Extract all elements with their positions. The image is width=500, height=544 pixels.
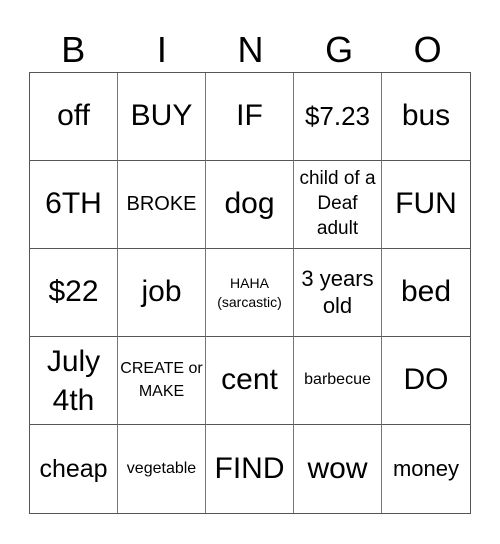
header-letter-n: N [237,29,264,70]
bingo-cell[interactable]: bed [382,249,470,337]
bingo-cell[interactable]: BROKE [118,161,206,249]
bingo-cell[interactable]: cent [206,337,294,425]
bingo-cell[interactable]: IF [206,73,294,161]
header-letter-b: B [61,29,86,70]
bingo-cell[interactable]: 6TH [30,161,118,249]
bingo-cell[interactable]: dog [206,161,294,249]
bingo-cell[interactable]: HAHA (sarcastic) [206,249,294,337]
bingo-cell[interactable]: FUN [382,161,470,249]
bingo-cell[interactable]: child of a Deaf adult [294,161,382,249]
bingo-cell[interactable]: job [118,249,206,337]
bingo-cell[interactable]: CREATE or MAKE [118,337,206,425]
header-letter-i: I [156,29,167,70]
bingo-cell[interactable]: July 4th [30,337,118,425]
bingo-cell[interactable]: 3 years old [294,249,382,337]
bingo-cell[interactable]: $7.23 [294,73,382,161]
bingo-cell[interactable]: FIND [206,425,294,513]
header-letter-o: O [413,29,442,70]
bingo-cell[interactable]: vegetable [118,425,206,513]
bingo-cell[interactable]: DO [382,337,470,425]
header-letter-g: G [325,29,354,70]
bingo-cell[interactable]: $22 [30,249,118,337]
bingo-cell[interactable]: barbecue [294,337,382,425]
bingo-grid: off BUY IF $7.23 bus 6TH BROKE dog child… [29,72,471,514]
bingo-cell[interactable]: off [30,73,118,161]
bingo-cell[interactable]: money [382,425,470,513]
bingo-cell[interactable]: BUY [118,73,206,161]
bingo-cell[interactable]: cheap [30,425,118,513]
bingo-header: B I N G O [29,28,472,72]
bingo-cell[interactable]: bus [382,73,470,161]
bingo-cell[interactable]: wow [294,425,382,513]
